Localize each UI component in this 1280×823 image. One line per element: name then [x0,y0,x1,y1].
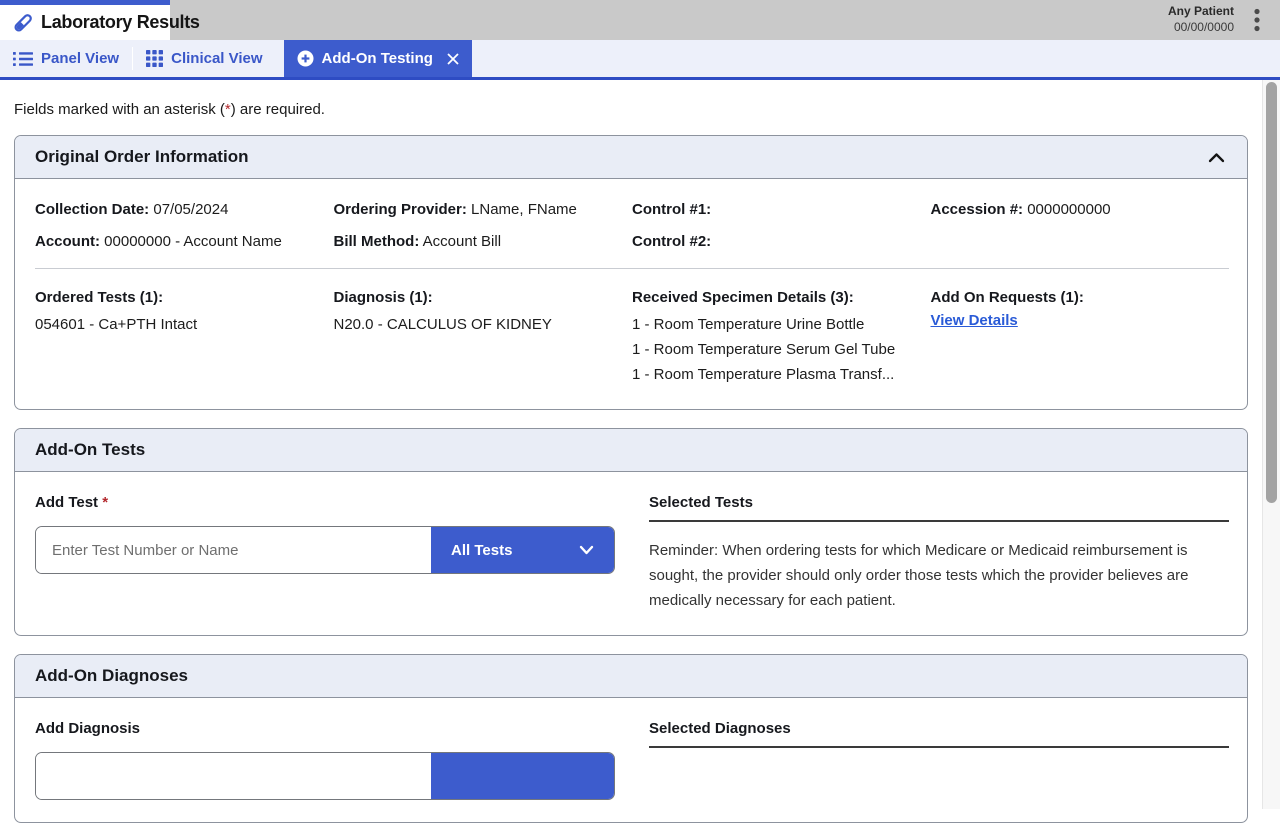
collapse-chevron-up-icon[interactable] [1206,152,1227,163]
field-value: Account Bill [423,233,501,250]
field-value: 0000000000 [1027,201,1110,218]
column-label: Ordered Tests (1): [35,289,334,306]
tab-add-on-testing[interactable]: Add-On Testing [284,40,472,77]
column-label: Received Specimen Details (3): [632,289,931,306]
tab-panel-view[interactable]: Panel View [0,40,132,77]
panel-title: Add-On Tests [35,440,145,460]
selected-tests-column: Selected Tests Reminder: When ordering t… [649,494,1229,613]
add-diagnosis-input-group [35,752,615,800]
add-on-diagnoses-panel: Add-On Diagnoses Add Diagnosis Selected … [14,654,1248,823]
kebab-menu-icon[interactable] [1248,6,1266,34]
control-1-field: Control #1: [632,201,931,218]
panel-title: Original Order Information [35,147,248,167]
panel-title: Add-On Diagnoses [35,666,188,686]
account-field: Account: 00000000 - Account Name [35,233,334,250]
column-label: Diagnosis (1): [334,289,633,306]
add-on-requests-column: Add On Requests (1): View Details [931,289,1230,387]
collection-date-field: Collection Date: 07/05/2024 [35,201,334,218]
add-on-tests-panel: Add-On Tests Add Test * All Tests [14,428,1248,636]
empty-cell [931,233,1230,250]
original-order-panel: Original Order Information Collection Da… [14,135,1248,410]
add-test-column: Add Test * All Tests [35,494,615,613]
app-brand: Laboratory Results [0,0,170,40]
selected-tests-heading: Selected Tests [649,494,1229,522]
diagnosis-item: N20.0 - CALCULUS OF KIDNEY [334,312,633,337]
patient-dob: 00/00/0000 [1168,20,1234,36]
field-value: 07/05/2024 [153,201,228,218]
selected-diagnoses-heading: Selected Diagnoses [649,720,1229,748]
bill-method-field: Bill Method: Account Bill [334,233,633,250]
top-bar: Laboratory Results Any Patient 00/00/000… [0,0,1280,40]
order-summary-grid: Collection Date: 07/05/2024 Ordering Pro… [35,201,1229,250]
diagnosis-column: Diagnosis (1): N20.0 - CALCULUS OF KIDNE… [334,289,633,387]
section-divider [35,268,1229,269]
patient-info: Any Patient 00/00/0000 [1168,4,1234,35]
tab-clinical-view[interactable]: Clinical View [133,40,275,77]
received-specimens-column: Received Specimen Details (3): 1 - Room … [632,289,931,387]
specimen-item: 1 - Room Temperature Urine Bottle [632,312,931,337]
tab-label: Add-On Testing [322,50,433,67]
diagnosis-search-input[interactable] [36,753,431,799]
note-text: Fields marked with an asterisk ( [14,101,225,118]
note-text: ) are required. [231,101,325,118]
plus-circle-icon [297,50,314,67]
tab-label: Clinical View [171,50,262,67]
tab-label: Panel View [41,50,119,67]
column-label: Add On Requests (1): [931,289,1230,306]
close-tab-icon[interactable] [447,53,459,65]
button-label: All Tests [451,542,512,559]
control-2-field: Control #2: [632,233,931,250]
add-test-label: Add Test * [35,494,108,511]
add-diagnosis-column: Add Diagnosis [35,720,615,800]
view-details-link[interactable]: View Details [931,312,1018,329]
specimen-item: 1 - Room Temperature Plasma Transf... [632,362,931,387]
main-content: Fields marked with an asterisk ( * ) are r… [0,80,1280,809]
required-asterisk: * [102,494,108,511]
field-label: Control #1: [632,201,711,218]
field-label: Account: [35,233,100,250]
add-on-tests-header: Add-On Tests [15,429,1247,472]
field-value: LName, FName [471,201,577,218]
patient-name: Any Patient [1168,4,1234,20]
field-label: Bill Method: [334,233,420,250]
app-title: Laboratory Results [41,12,200,33]
label-text: Add Test [35,494,98,511]
test-tube-icon [12,12,34,34]
list-icon [13,51,33,67]
original-order-header[interactable]: Original Order Information [15,136,1247,179]
order-details-grid: Ordered Tests (1): 054601 - Ca+PTH Intac… [35,289,1229,387]
field-label: Control #2: [632,233,711,250]
accession-field: Accession #: 0000000000 [931,201,1230,218]
test-search-input[interactable] [36,527,431,573]
ordered-tests-column: Ordered Tests (1): 054601 - Ca+PTH Intac… [35,289,334,387]
add-on-diagnoses-header: Add-On Diagnoses [15,655,1247,698]
ordered-test-item: 054601 - Ca+PTH Intact [35,312,334,337]
specimen-item: 1 - Room Temperature Serum Gel Tube [632,337,931,362]
field-label: Accession #: [931,201,1024,218]
ordering-provider-field: Ordering Provider: LName, FName [334,201,633,218]
all-tests-dropdown-button[interactable]: All Tests [431,527,614,573]
field-label: Ordering Provider: [334,201,467,218]
selected-diagnoses-column: Selected Diagnoses [649,720,1229,800]
vertical-scrollbar[interactable] [1262,80,1280,809]
chevron-down-icon [579,545,594,555]
medicare-reminder-text: Reminder: When ordering tests for which … [649,538,1229,613]
scrollbar-thumb[interactable] [1266,82,1277,503]
add-test-input-group: All Tests [35,526,615,574]
field-value: 00000000 - Account Name [104,233,282,250]
tab-bar: Panel View Clinical View Add-On Testing [0,40,1280,80]
diagnosis-filter-button[interactable] [431,753,614,799]
add-diagnosis-label: Add Diagnosis [35,720,140,737]
required-fields-note: Fields marked with an asterisk (*) are r… [14,101,1248,118]
grid-icon [146,50,163,67]
field-label: Collection Date: [35,201,149,218]
